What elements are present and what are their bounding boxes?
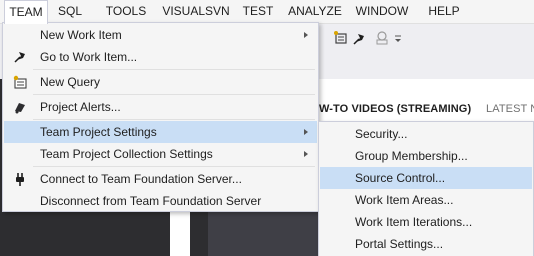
submenu-item-label: Group Membership... [355, 149, 468, 163]
menu-item-team-project-settings[interactable]: Team Project Settings [4, 121, 317, 143]
team-project-settings-submenu: Security... Group Membership... Source C… [318, 121, 534, 256]
menu-item-label: Project Alerts... [40, 100, 121, 114]
menu-item-label: Disconnect from Team Foundation Server [40, 194, 262, 208]
toolbar-server-icon[interactable] [374, 30, 390, 46]
menu-item-go-to-work-item[interactable]: Go to Work Item... [4, 46, 317, 68]
submenu-arrow-icon [304, 151, 308, 157]
tab-latest-news[interactable]: LATEST N [486, 103, 534, 115]
pin-icon [14, 52, 25, 63]
menu-visualsvn[interactable]: VISUALSVN [160, 0, 232, 23]
menu-item-project-alerts[interactable]: Project Alerts... [4, 96, 317, 118]
menu-item-label: Team Project Settings [40, 125, 157, 139]
submenu-item-label: Work Item Areas... [355, 193, 454, 207]
toolbar-overflow-icon[interactable] [394, 34, 404, 44]
submenu-item-work-item-iterations[interactable]: Work Item Iterations... [320, 211, 532, 233]
menu-sql[interactable]: SQL [51, 0, 89, 23]
menu-item-label: Go to Work Item... [40, 50, 138, 64]
tab-howto-videos[interactable]: W-TO VIDEOS (STREAMING) [319, 103, 471, 115]
menu-item-connect-tfs[interactable]: Connect to Team Foundation Server... [4, 168, 317, 190]
menu-item-label: New Query [40, 75, 101, 89]
toolbar-pin-icon[interactable] [352, 30, 368, 46]
submenu-item-portal-settings[interactable]: Portal Settings... [320, 233, 532, 255]
submenu-item-group-membership[interactable]: Group Membership... [320, 145, 532, 167]
menu-item-new-work-item[interactable]: New Work Item [4, 24, 317, 46]
plug-icon [16, 173, 24, 186]
submenu-item-label: Work Item Iterations... [355, 215, 473, 229]
menu-test[interactable]: TEST [241, 0, 275, 23]
menu-separator [33, 119, 315, 120]
team-menu: New Work Item Go to Work Item... New Que… [2, 22, 319, 212]
submenu-item-work-item-areas[interactable]: Work Item Areas... [320, 189, 532, 211]
menu-item-team-project-collection-settings[interactable]: Team Project Collection Settings [4, 143, 317, 165]
submenu-item-label: Source Control... [355, 171, 446, 185]
submenu-arrow-icon [304, 129, 308, 135]
menu-window[interactable]: WINDOW [355, 0, 409, 23]
menu-bar: TEAM SQL TOOLS VISUALSVN TEST ANALYZE WI… [0, 0, 534, 24]
menu-separator [33, 69, 315, 70]
menu-item-new-query[interactable]: New Query [4, 71, 317, 93]
menu-item-label: Team Project Collection Settings [40, 147, 213, 161]
menu-item-label: Connect to Team Foundation Server... [40, 172, 242, 186]
submenu-item-label: Portal Settings... [355, 237, 444, 251]
menu-separator [33, 94, 315, 95]
submenu-item-security[interactable]: Security... [320, 123, 532, 145]
submenu-arrow-icon [304, 32, 308, 38]
menu-item-disconnect-tfs[interactable]: Disconnect from Team Foundation Server [4, 190, 317, 212]
menu-team[interactable]: TEAM [4, 0, 48, 24]
alert-bell-icon [15, 103, 25, 114]
menu-help[interactable]: HELP [424, 0, 464, 23]
menu-analyze[interactable]: ANALYZE [285, 0, 345, 23]
submenu-item-source-control[interactable]: Source Control... [320, 167, 532, 189]
new-query-icon [13, 75, 27, 89]
toolbar-new-query-icon[interactable] [333, 30, 349, 46]
menu-separator [33, 166, 315, 167]
submenu-item-label: Security... [355, 127, 408, 141]
menu-tools[interactable]: TOOLS [101, 0, 151, 23]
menu-item-label: New Work Item [40, 28, 122, 42]
